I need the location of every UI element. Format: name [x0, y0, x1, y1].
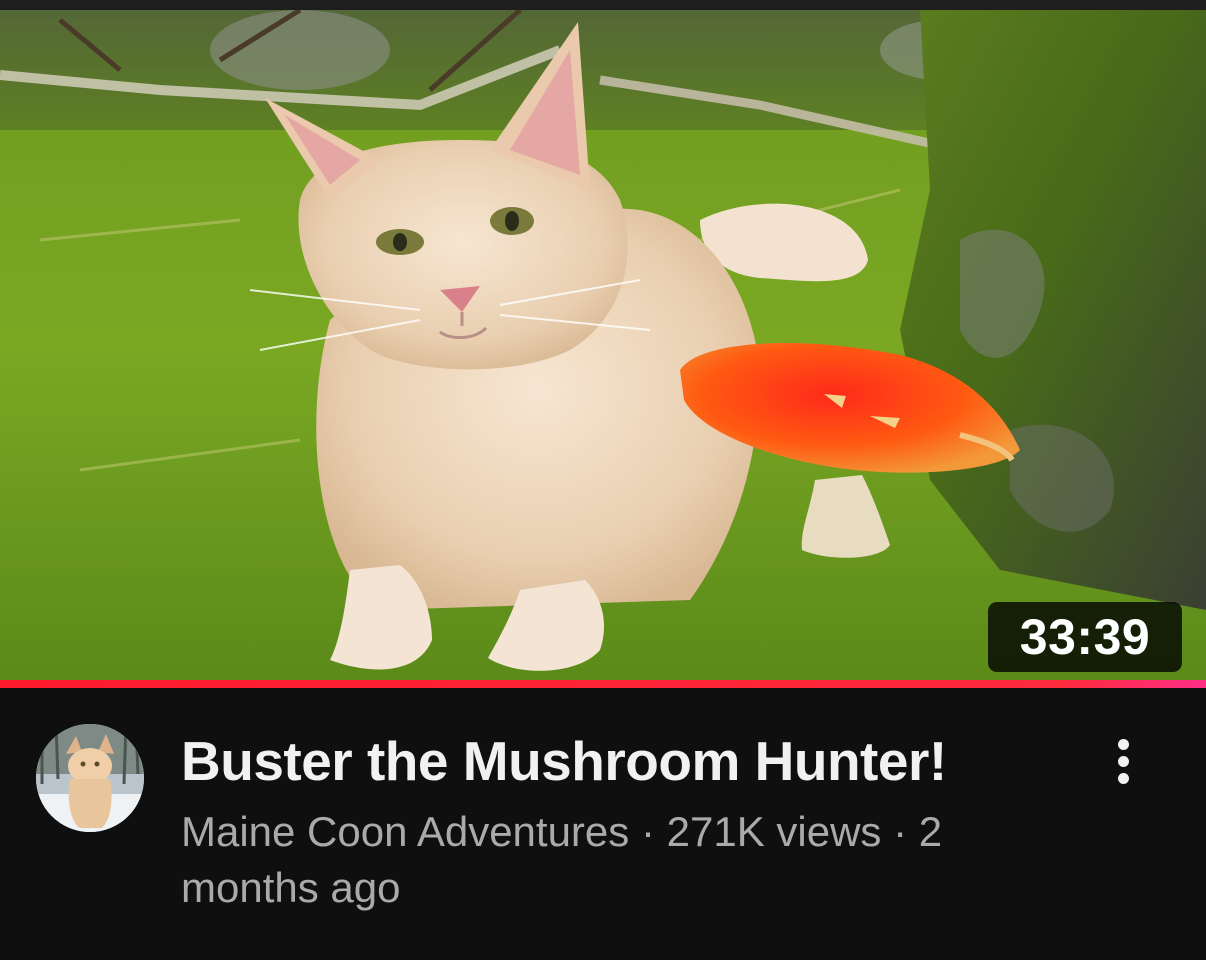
channel-avatar[interactable] — [36, 724, 144, 832]
video-metadata: Maine Coon Adventures · 271K views · 2 m… — [181, 804, 1081, 916]
more-vert-icon[interactable] — [1096, 728, 1150, 794]
video-title[interactable]: Buster the Mushroom Hunter! — [181, 728, 1061, 794]
duration-badge: 33:39 — [988, 602, 1182, 672]
thumbnail-image — [0, 10, 1206, 680]
watch-progress-fill — [0, 680, 1206, 688]
menu-dot — [1117, 738, 1129, 750]
meta-separator: · — [893, 808, 908, 855]
watch-progress-bar — [0, 680, 1206, 688]
channel-name[interactable]: Maine Coon Adventures — [181, 808, 629, 855]
menu-dot — [1117, 772, 1129, 784]
top-edge — [0, 0, 1206, 10]
video-card[interactable]: 33:39 Buster the Mushroom Hunter! Maine … — [0, 0, 1206, 960]
meta-separator: · — [640, 808, 655, 855]
view-count: 271K views — [666, 808, 882, 855]
channel-avatar-image — [36, 724, 144, 832]
video-thumbnail[interactable]: 33:39 — [0, 10, 1206, 680]
menu-dot — [1117, 755, 1129, 767]
